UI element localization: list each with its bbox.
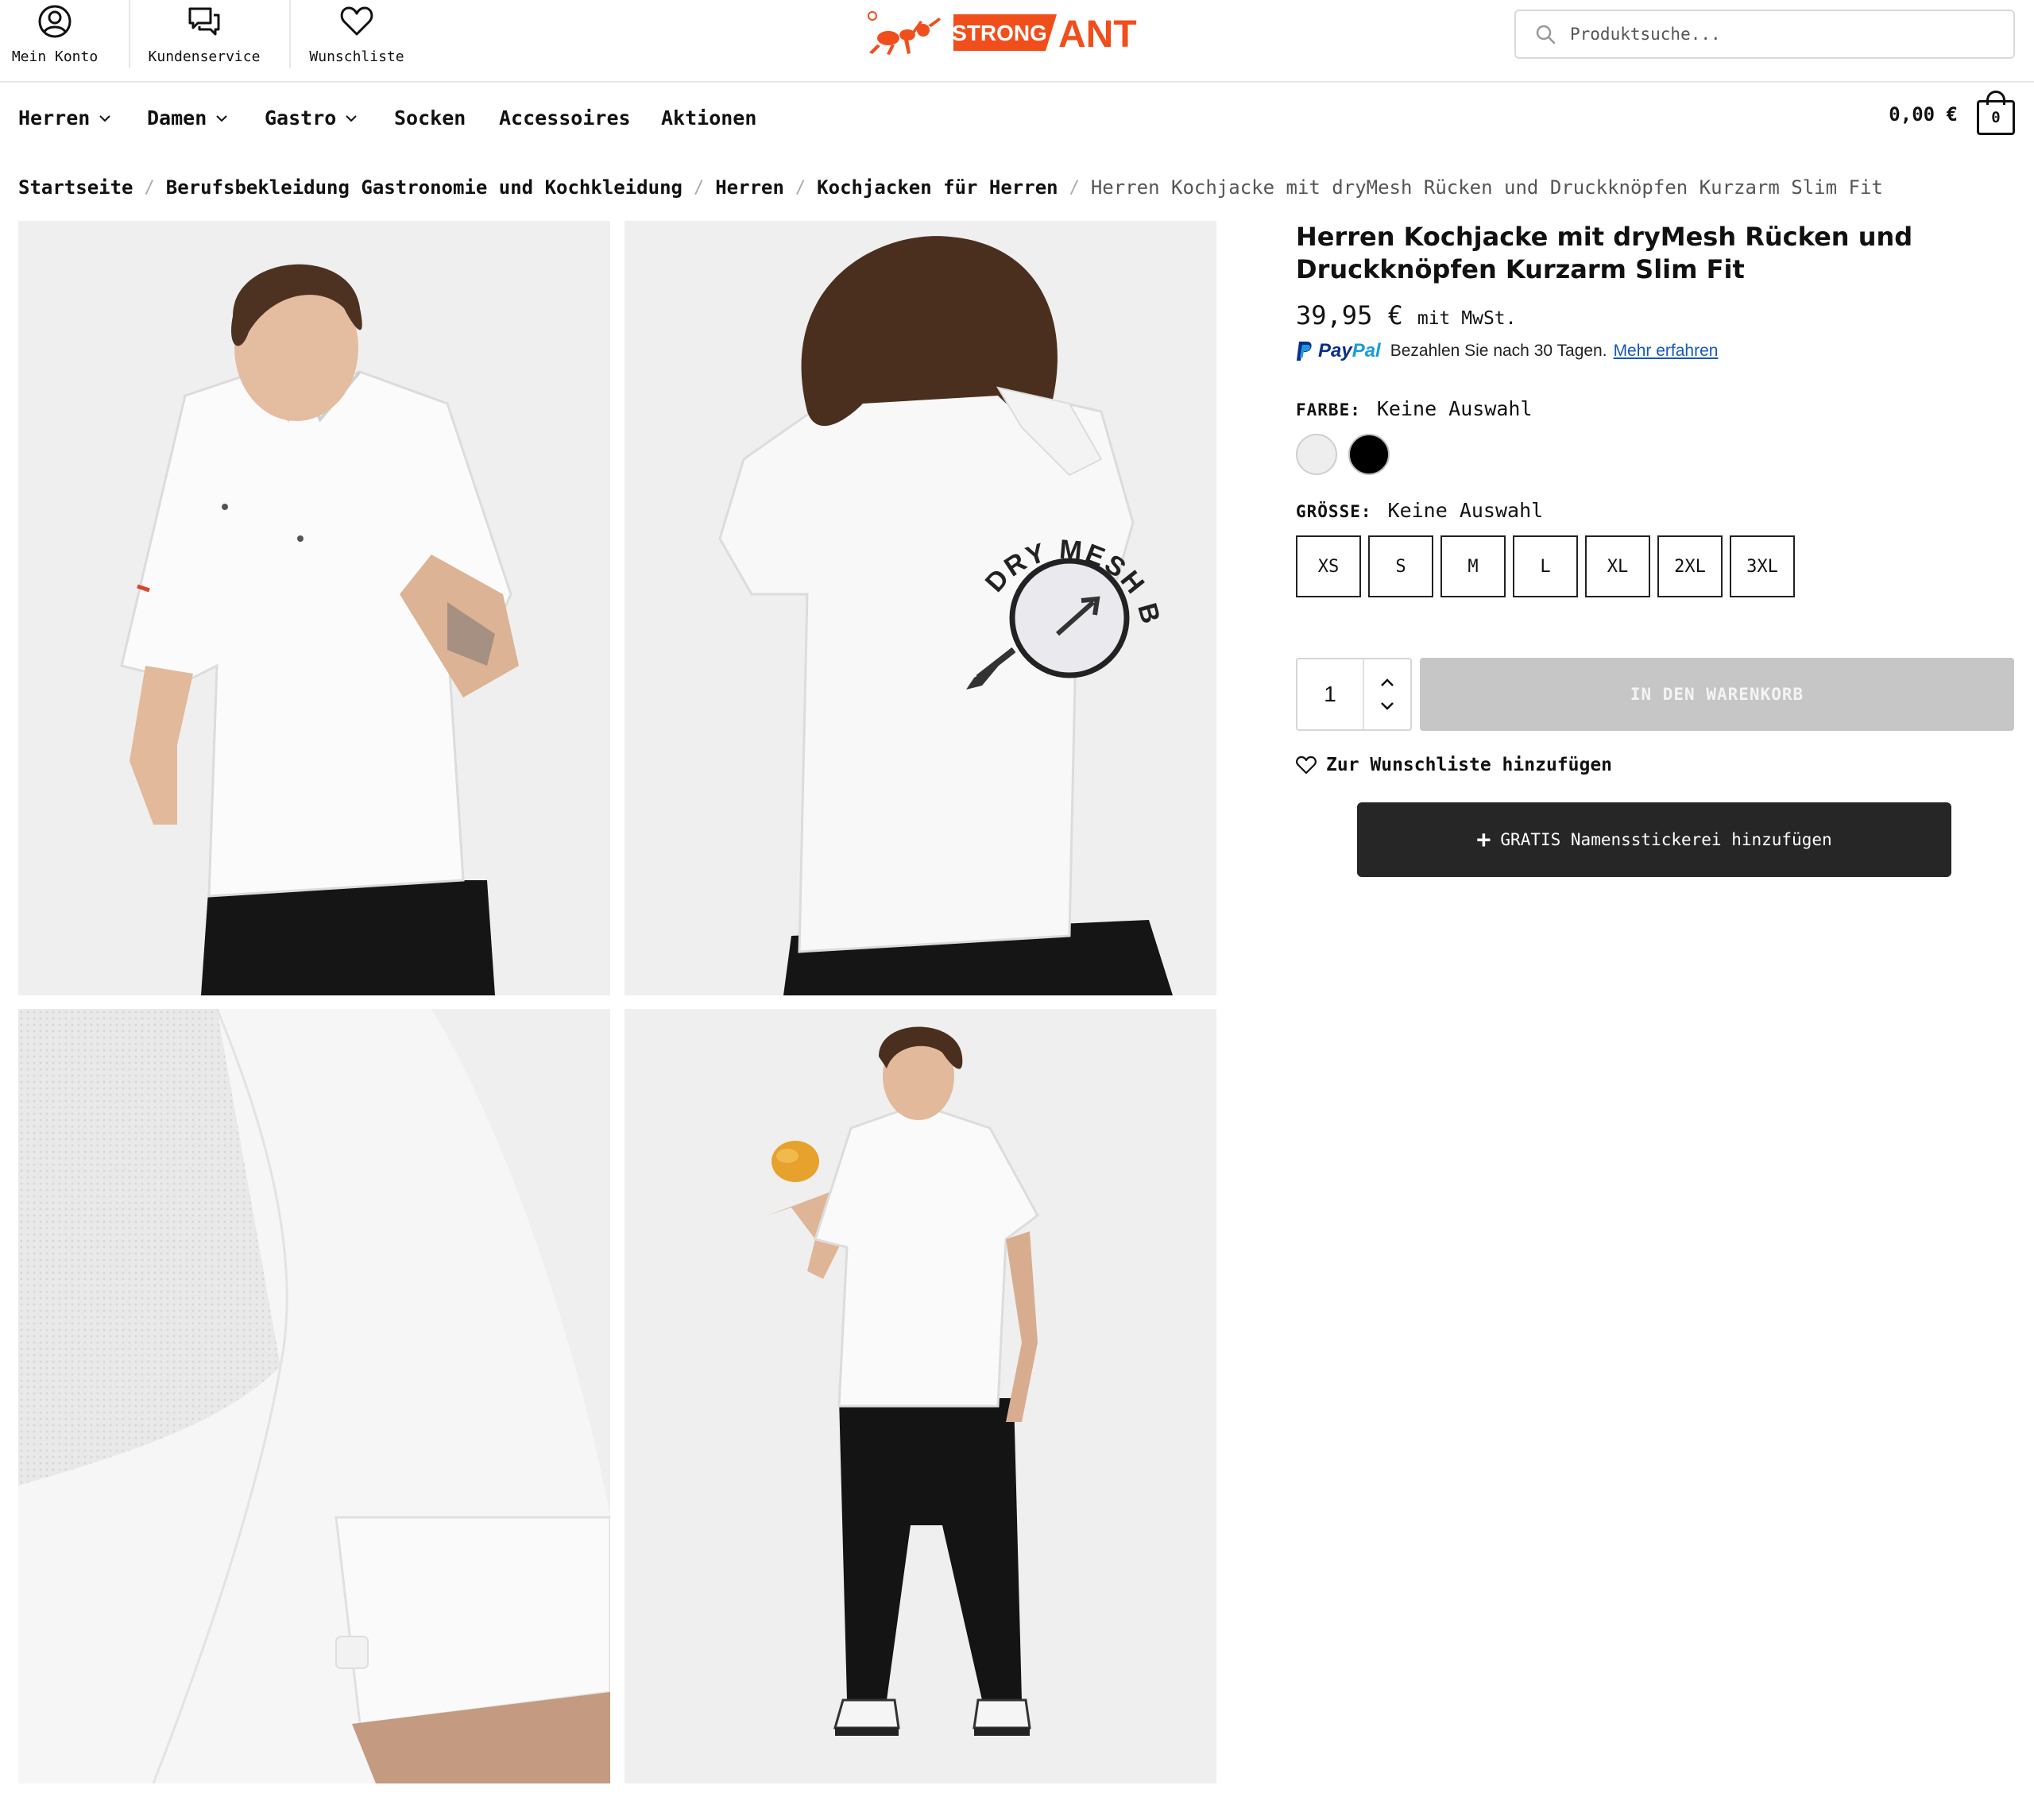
nav-herren[interactable]: Herren bbox=[18, 106, 112, 129]
paypal-logo-pal: Pal bbox=[1351, 340, 1381, 361]
chevron-down-icon bbox=[216, 114, 227, 122]
size-option-2xl[interactable]: 2XL bbox=[1657, 535, 1723, 597]
nav-damen[interactable]: Damen bbox=[147, 106, 229, 129]
size-value: Keine Auswahl bbox=[1387, 499, 1544, 522]
add-embroidery-button[interactable]: + GRATIS Namensstickerei hinzufügen bbox=[1357, 802, 1951, 877]
breadcrumb-link[interactable]: Startseite bbox=[18, 176, 133, 199]
cart-total: 0,00 € bbox=[1889, 103, 1958, 126]
breadcrumb-link[interactable]: Berufsbekleidung Gastronomie und Kochkle… bbox=[166, 176, 683, 199]
search-icon bbox=[1536, 25, 1556, 44]
nav-label: Accessoires bbox=[499, 106, 631, 129]
color-label: FARBE: bbox=[1296, 400, 1361, 419]
size-option-s[interactable]: S bbox=[1368, 535, 1433, 597]
sleeve-detail-illustration bbox=[18, 1009, 610, 1783]
nav-label: Damen bbox=[147, 106, 207, 129]
add-to-cart-button[interactable]: IN DEN WARENKORB bbox=[1420, 658, 2014, 731]
chevron-down-icon bbox=[346, 114, 358, 122]
full-body-illustration bbox=[625, 1009, 1216, 1783]
size-option-l[interactable]: L bbox=[1513, 535, 1578, 597]
breadcrumb: Startseite / Berufsbekleidung Gastronomi… bbox=[18, 176, 1883, 199]
customer-service-link[interactable]: Kundenservice bbox=[145, 0, 264, 68]
paypal-message: PayPal Bezahlen Sie nach 30 Tagen. Mehr … bbox=[1296, 340, 1718, 362]
heart-icon bbox=[340, 6, 373, 35]
quantity-arrows bbox=[1364, 659, 1410, 729]
paypal-logo: PayPal bbox=[1318, 340, 1381, 362]
cart-count: 0 bbox=[1977, 100, 2015, 135]
breadcrumb-separator: / bbox=[795, 177, 806, 198]
color-swatch-white[interactable] bbox=[1296, 434, 1337, 475]
sleeve-detail-photo[interactable] bbox=[18, 1009, 610, 1783]
paypal-text: Bezahlen Sie nach 30 Tagen. bbox=[1390, 342, 1607, 360]
size-option-3xl[interactable]: 3XL bbox=[1730, 535, 1795, 597]
product-title: Herren Kochjacke mit dryMesh Rücken und … bbox=[1296, 222, 1913, 284]
color-label-row: FARBE: Keine Auswahl bbox=[1296, 397, 1533, 420]
wishlist-label: Wunschliste bbox=[309, 48, 404, 65]
embroidery-label: GRATIS Namensstickerei hinzufügen bbox=[1500, 830, 1832, 849]
breadcrumb-separator: / bbox=[1069, 177, 1080, 198]
paypal-more-link[interactable]: Mehr erfahren bbox=[1614, 342, 1719, 361]
cart-bag-icon: 0 bbox=[1977, 91, 2015, 135]
mini-cart[interactable]: 0,00 € 0 bbox=[1889, 91, 2015, 135]
breadcrumb-link[interactable]: Herren bbox=[715, 176, 784, 199]
back-view-illustration: DRY MESH BACK bbox=[625, 221, 1216, 995]
size-option-m[interactable]: M bbox=[1440, 535, 1506, 597]
chevron-down-icon bbox=[99, 114, 111, 122]
full-body-photo[interactable] bbox=[625, 1009, 1216, 1783]
chevron-up-icon[interactable] bbox=[1380, 678, 1394, 687]
account-link[interactable]: Mein Konto bbox=[11, 0, 99, 68]
chevron-down-icon[interactable] bbox=[1380, 701, 1394, 711]
heart-icon bbox=[1296, 755, 1317, 775]
front-view-illustration bbox=[18, 221, 610, 995]
search-box[interactable] bbox=[1514, 10, 2015, 59]
product-price: 39,95 € bbox=[1296, 300, 1403, 330]
nav-aktionen[interactable]: Aktionen bbox=[661, 106, 756, 129]
paypal-logo-pay: Pay bbox=[1318, 340, 1352, 361]
wishlist-link[interactable]: Wunschliste bbox=[308, 0, 405, 68]
add-to-wishlist-link[interactable]: Zur Wunschliste hinzufügen bbox=[1296, 755, 1612, 775]
paypal-icon bbox=[1297, 342, 1312, 361]
nav-label: Aktionen bbox=[661, 106, 757, 129]
color-value: Keine Auswahl bbox=[1376, 397, 1533, 420]
breadcrumb-link[interactable]: Kochjacken für Herren bbox=[817, 176, 1058, 199]
chat-icon bbox=[188, 7, 220, 35]
svg-text:ANT: ANT bbox=[1058, 14, 1137, 56]
search-input[interactable] bbox=[1570, 25, 1999, 44]
nav-gastro[interactable]: Gastro bbox=[265, 106, 358, 129]
wishlist-text: Zur Wunschliste hinzufügen bbox=[1326, 755, 1613, 775]
top-bar: Mein Konto Kundenservice Wunschliste STR… bbox=[0, 0, 2034, 83]
account-icon bbox=[38, 5, 72, 37]
nav-label: Gastro bbox=[265, 106, 337, 129]
size-option-xl[interactable]: XL bbox=[1585, 535, 1650, 597]
nav-socken[interactable]: Socken bbox=[394, 106, 466, 129]
tax-note: mit MwSt. bbox=[1417, 308, 1517, 329]
svg-text:STRONG: STRONG bbox=[952, 21, 1047, 45]
breadcrumb-current: Herren Kochjacke mit dryMesh Rücken und … bbox=[1090, 176, 1883, 199]
size-option-xs[interactable]: XS bbox=[1296, 535, 1361, 597]
customer-service-label: Kundenservice bbox=[148, 48, 261, 65]
nav-accessoires[interactable]: Accessoires bbox=[499, 106, 631, 129]
price-block: 39,95 € mit MwSt. bbox=[1296, 300, 1516, 330]
main-nav: Herren Damen Gastro Socken Accessoires A… bbox=[0, 84, 2034, 154]
quantity-stepper[interactable]: 1 bbox=[1296, 658, 1412, 731]
nav-label: Socken bbox=[394, 106, 466, 129]
account-label: Mein Konto bbox=[11, 48, 99, 65]
quantity-input[interactable]: 1 bbox=[1297, 659, 1364, 729]
front-view-photo[interactable] bbox=[18, 221, 610, 995]
divider bbox=[129, 0, 130, 68]
breadcrumb-separator: / bbox=[144, 177, 155, 198]
size-label: GRÖSSE: bbox=[1296, 502, 1372, 521]
color-swatch-black[interactable] bbox=[1348, 434, 1390, 475]
back-view-photo[interactable]: DRY MESH BACK bbox=[625, 221, 1216, 995]
nav-label: Herren bbox=[18, 106, 91, 129]
plus-icon: + bbox=[1476, 825, 1491, 854]
divider bbox=[289, 0, 291, 68]
size-label-row: GRÖSSE: Keine Auswahl bbox=[1296, 499, 1543, 522]
strong-ant-logo[interactable]: STRONG ANT bbox=[868, 10, 1163, 56]
breadcrumb-separator: / bbox=[693, 177, 705, 198]
